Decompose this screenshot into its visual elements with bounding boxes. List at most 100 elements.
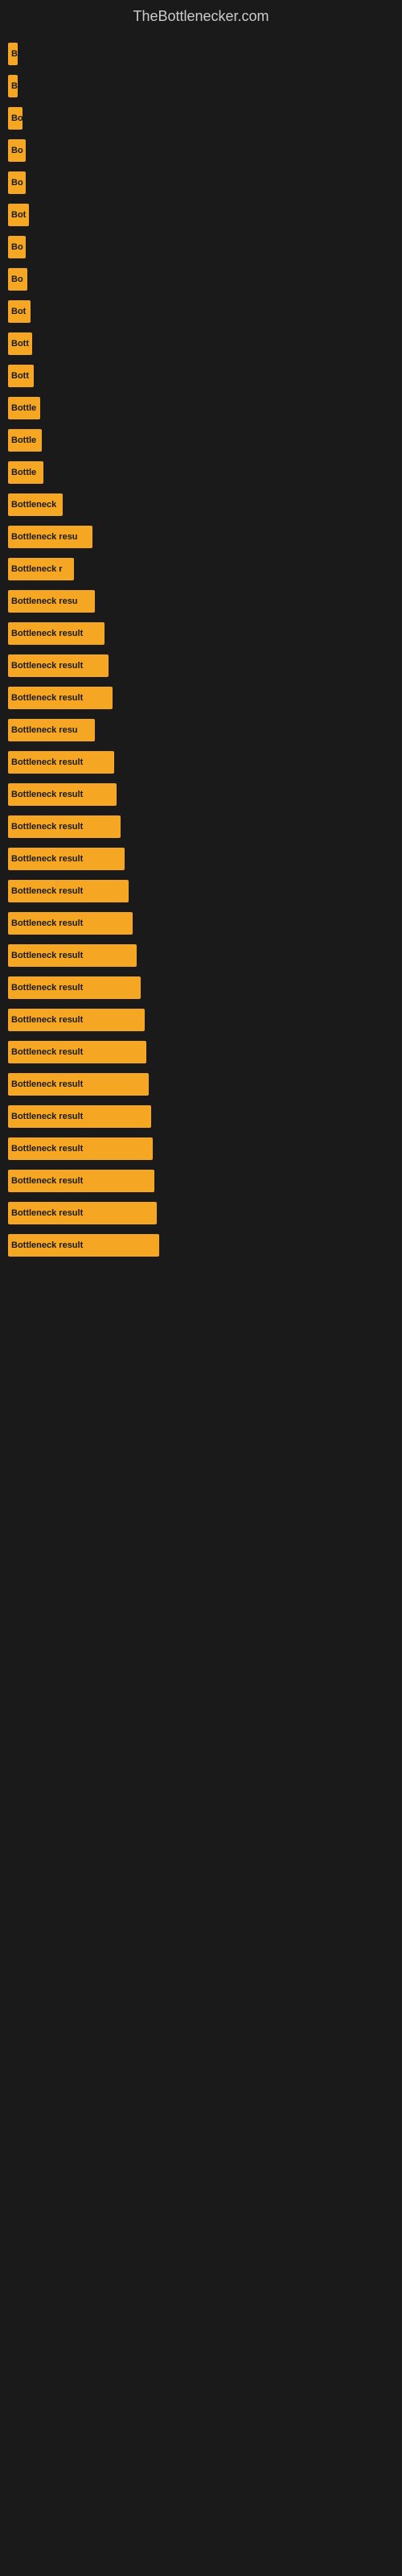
bar-label: Bot xyxy=(11,307,26,316)
bar-label: Bottleneck resu xyxy=(11,532,78,542)
bar: Bottleneck result xyxy=(8,848,125,870)
bar-label: Bottleneck result xyxy=(11,1208,83,1218)
bar-label: Bottleneck result xyxy=(11,886,83,896)
bar: Bottleneck result xyxy=(8,783,117,806)
bar-row: Bottleneck result xyxy=(8,1200,394,1226)
bar-row: Bo xyxy=(8,105,394,131)
bar-row: Bott xyxy=(8,363,394,389)
bar: Bottleneck result xyxy=(8,912,133,935)
bar: Bottleneck result xyxy=(8,1137,153,1160)
bar: Bottleneck result xyxy=(8,976,141,999)
bar-label: Bott xyxy=(11,339,29,349)
bar-row: Bottle xyxy=(8,395,394,421)
bars-container: B B Bo Bo Bo Bot Bo Bo Bot Bott Bott Bottle Bottle Bo… xyxy=(0,41,402,1265)
bar: Bot xyxy=(8,204,29,226)
bar: Bottle xyxy=(8,461,43,484)
bar-label: Bottleneck result xyxy=(11,1241,83,1250)
bar-row: Bott xyxy=(8,331,394,357)
bar: Bottleneck result xyxy=(8,1105,151,1128)
bar: Bo xyxy=(8,171,26,194)
bar-label: Bottleneck result xyxy=(11,1176,83,1186)
bar-label: Bo xyxy=(11,178,23,188)
bar-label: Bottleneck resu xyxy=(11,597,78,606)
bar: Bottleneck resu xyxy=(8,719,95,741)
bar-row: Bottleneck result xyxy=(8,1136,394,1162)
bar-row: B xyxy=(8,41,394,67)
bar: Bot xyxy=(8,300,31,323)
bar-row: Bottleneck result xyxy=(8,653,394,679)
bar: Bottleneck result xyxy=(8,815,121,838)
bar: B xyxy=(8,43,18,65)
bar-label: Bottleneck result xyxy=(11,758,83,767)
bar-row: Bottleneck result xyxy=(8,814,394,840)
bar-row: Bottleneck result xyxy=(8,1104,394,1129)
bar: Bott xyxy=(8,332,32,355)
bar-label: Bottleneck result xyxy=(11,1144,83,1154)
bar: Bottleneck result xyxy=(8,880,129,902)
bar-row: Bottleneck result xyxy=(8,846,394,872)
bar-label: Bottle xyxy=(11,468,36,477)
bar: Bo xyxy=(8,139,26,162)
bar: Bottleneck result xyxy=(8,751,114,774)
bar: Bottleneck result xyxy=(8,654,109,677)
bar-row: Bottleneck r xyxy=(8,556,394,582)
bar: Bottleneck result xyxy=(8,1234,159,1257)
bar: Bottle xyxy=(8,397,40,419)
bar-label: Bo xyxy=(11,275,23,284)
bar-label: Bottleneck result xyxy=(11,693,83,703)
bar-label: Bottleneck result xyxy=(11,1047,83,1057)
bar: Bottleneck result xyxy=(8,687,113,709)
bar-label: Bottleneck r xyxy=(11,564,63,574)
bar: Bottleneck result xyxy=(8,944,137,967)
bar-label: Bottleneck result xyxy=(11,919,83,928)
bar: Bo xyxy=(8,107,23,130)
bar: Bottleneck resu xyxy=(8,590,95,613)
bar-label: Bott xyxy=(11,371,29,381)
bar: Bottleneck r xyxy=(8,558,74,580)
bar-row: Bottle xyxy=(8,427,394,453)
bar-row: Bottleneck xyxy=(8,492,394,518)
bar: Bottleneck result xyxy=(8,1170,154,1192)
bar: Bottleneck result xyxy=(8,1009,145,1031)
bar-row: Bo xyxy=(8,170,394,196)
bar-row: Bottle xyxy=(8,460,394,485)
bar-row: Bottleneck result xyxy=(8,943,394,968)
bar-row: Bottleneck result xyxy=(8,1232,394,1258)
bar-label: Bottleneck result xyxy=(11,661,83,671)
bar-label: Bot xyxy=(11,210,26,220)
bar-row: Bo xyxy=(8,266,394,292)
bar-label: B xyxy=(11,49,18,59)
bar-label: Bottleneck result xyxy=(11,790,83,799)
bar-row: Bottleneck result xyxy=(8,685,394,711)
bar-label: Bottleneck result xyxy=(11,854,83,864)
bar-label: Bottleneck xyxy=(11,500,56,510)
bar-row: Bottleneck result xyxy=(8,1071,394,1097)
bar: Bottleneck result xyxy=(8,622,105,645)
bar-row: Bottleneck result xyxy=(8,621,394,646)
bar: Bottleneck result xyxy=(8,1202,157,1224)
bar-label: Bo xyxy=(11,146,23,155)
bar-label: Bottle xyxy=(11,403,36,413)
bar-label: Bo xyxy=(11,242,23,252)
bar: Bottleneck xyxy=(8,493,63,516)
bar-row: Bottleneck resu xyxy=(8,588,394,614)
bar-row: Bottleneck result xyxy=(8,1007,394,1033)
bar-label: Bo xyxy=(11,114,23,123)
bar-row: Bottleneck result xyxy=(8,782,394,807)
bar-row: Bottleneck result xyxy=(8,975,394,1001)
bar-label: Bottleneck result xyxy=(11,822,83,832)
bar-row: B xyxy=(8,73,394,99)
bar-row: Bottleneck result xyxy=(8,910,394,936)
bar-row: Bottleneck result xyxy=(8,1168,394,1194)
bar: Bottleneck resu xyxy=(8,526,92,548)
bar-row: Bo xyxy=(8,234,394,260)
bar-row: Bottleneck result xyxy=(8,1039,394,1065)
bar: Bottleneck result xyxy=(8,1073,149,1096)
bar-row: Bot xyxy=(8,202,394,228)
bar: B xyxy=(8,75,18,97)
bar-row: Bottleneck resu xyxy=(8,524,394,550)
bar: Bott xyxy=(8,365,34,387)
bar: Bo xyxy=(8,236,26,258)
bar-row: Bottleneck result xyxy=(8,749,394,775)
bar: Bo xyxy=(8,268,27,291)
